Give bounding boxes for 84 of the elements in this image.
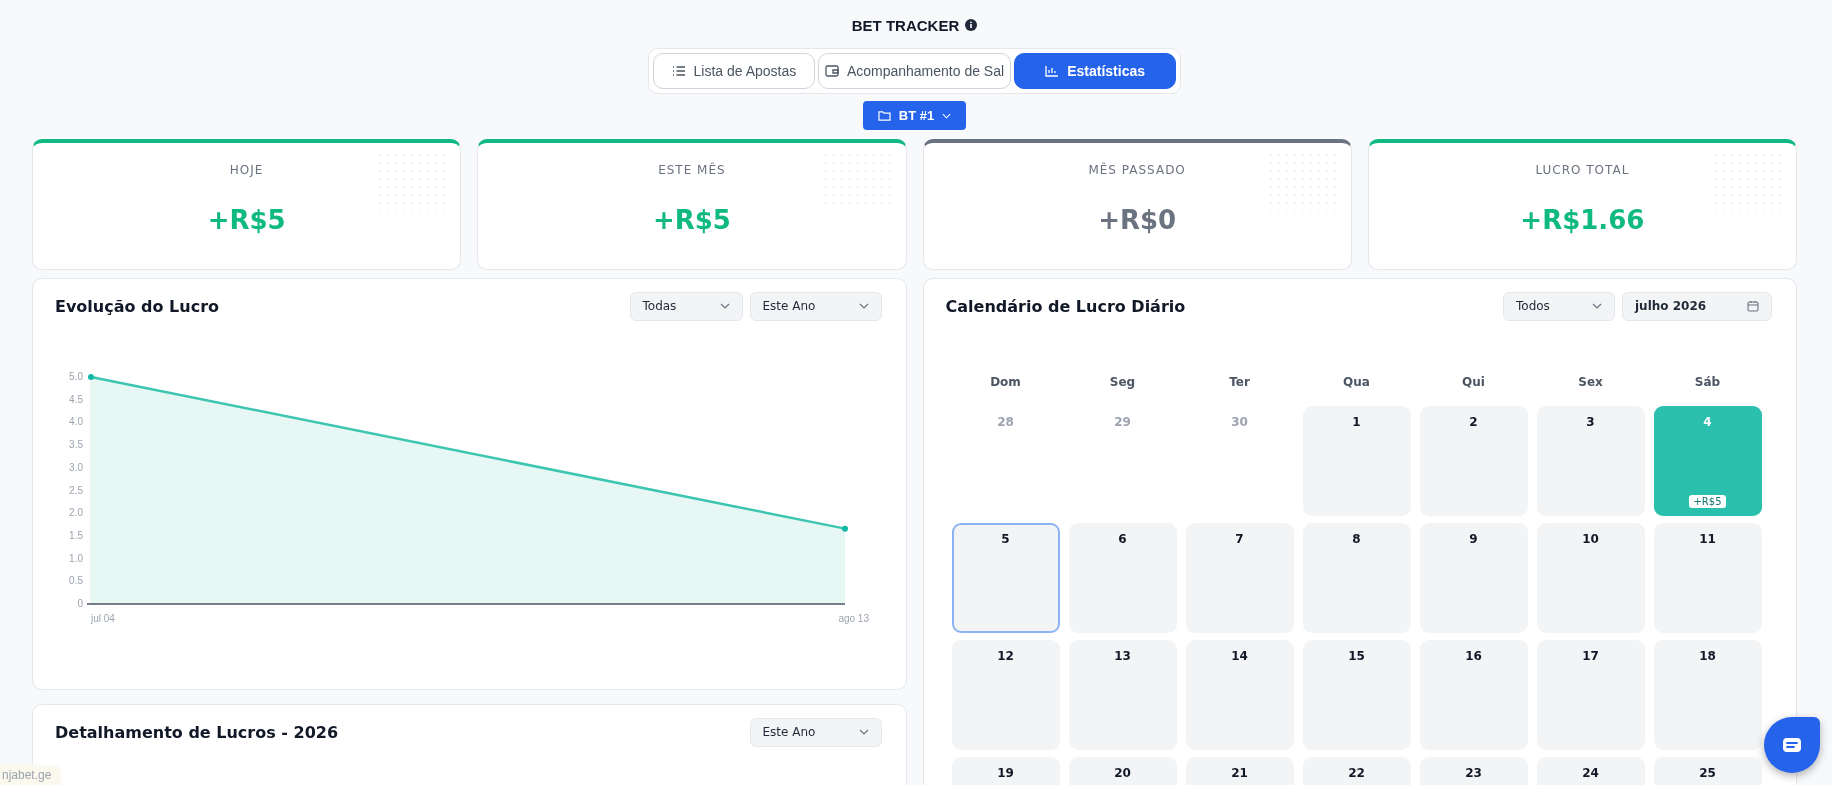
weekday-label: Sex — [1577, 375, 1604, 389]
chevron-down-icon — [719, 303, 730, 309]
panel-title: Calendário de Lucro Diário — [945, 296, 1186, 316]
y-tick-label: 2.0 — [69, 507, 84, 519]
day-cell[interactable]: 19 — [951, 757, 1060, 785]
day-cell[interactable]: 17 — [1536, 640, 1645, 750]
chevron-down-icon — [942, 112, 952, 119]
stat-label: LUCRO TOTAL — [1535, 163, 1630, 177]
day-cell[interactable]: 6 — [1068, 523, 1177, 633]
day-cell[interactable]: 9 — [1419, 523, 1528, 633]
day-cell[interactable]: 22 — [1302, 757, 1411, 785]
weekday-label: Dom — [989, 375, 1022, 389]
wallet-icon — [824, 65, 839, 77]
panel-title: Detalhamento de Lucros - 2026 — [55, 722, 339, 742]
day-cell[interactable]: 4 +R$5 — [1653, 406, 1762, 516]
link-preview: njabet.ge — [0, 765, 62, 785]
stat-value: +R$1.66 — [1520, 205, 1645, 235]
month-picker[interactable]: julho 2026 — [1622, 291, 1772, 321]
chevron-down-icon — [858, 729, 869, 735]
weekday-label: Qui — [1461, 375, 1486, 389]
day-cell[interactable]: 21 — [1185, 757, 1294, 785]
tab[interactable]: Estatísticas — [1014, 53, 1177, 89]
tab[interactable]: Acompanhamento de Sal — [817, 53, 1012, 89]
day-cell[interactable]: 11 — [1653, 523, 1762, 633]
chat-button[interactable] — [1764, 717, 1820, 773]
y-tick-label: 1.5 — [69, 529, 84, 541]
y-tick-label: 0.5 — [69, 575, 84, 587]
day-cell[interactable]: 3 — [1536, 406, 1645, 516]
app-title: BET TRACKER — [851, 16, 960, 34]
day-cell[interactable]: 14 — [1185, 640, 1294, 750]
chat-icon — [1782, 737, 1802, 753]
stat-value: +R$5 — [207, 205, 286, 235]
x-axis: jul 04 ago 13 — [86, 603, 869, 624]
stat-label: ESTE MÊS — [658, 163, 726, 177]
day-cell[interactable]: 12 — [951, 640, 1060, 750]
y-tick-label: 3.0 — [69, 461, 84, 473]
filter-dropdown[interactable]: Todos — [1503, 291, 1615, 321]
day-cell[interactable]: 18 — [1653, 640, 1762, 750]
day-cell[interactable]: 7 — [1185, 523, 1294, 633]
chevron-down-icon — [1592, 303, 1602, 309]
stat-label: HOJE — [229, 163, 264, 177]
weekday-label: Qua — [1342, 375, 1371, 389]
folder-icon — [877, 110, 891, 121]
project-dropdown[interactable]: BT #1 — [862, 101, 967, 130]
x-tick-label: ago 13 — [838, 613, 870, 624]
tab[interactable]: Lista de Apostas — [652, 53, 815, 89]
y-tick-label: 1.0 — [69, 552, 84, 564]
chevron-down-icon — [858, 303, 869, 309]
filter-dropdown[interactable]: Este Ano — [749, 717, 882, 747]
filter-dropdown[interactable]: Este Ano — [749, 291, 882, 321]
weekday-label: Seg — [1108, 375, 1137, 389]
x-tick-label: jul 04 — [90, 613, 116, 624]
bar-chart-icon — [1045, 65, 1060, 77]
day-cell[interactable]: 20 — [1068, 757, 1177, 785]
stat-label: MÊS PASSADO — [1088, 163, 1186, 177]
day-cell[interactable]: 16 — [1419, 640, 1528, 750]
data-point — [88, 374, 94, 380]
calendar-icon — [1747, 300, 1759, 312]
panel-title: Evolução do Lucro — [55, 296, 220, 316]
y-tick-label: 0 — [77, 598, 84, 609]
y-tick-label: 3.5 — [69, 439, 84, 451]
info-icon[interactable] — [965, 19, 978, 31]
day-cell[interactable]: 2 — [1419, 406, 1528, 516]
y-tick-label: 4.0 — [69, 416, 84, 428]
filter-dropdown[interactable]: Todas — [629, 291, 743, 321]
day-cell[interactable]: 15 — [1302, 640, 1411, 750]
profit-badge: +R$5 — [1689, 495, 1726, 508]
y-tick-label: 4.5 — [69, 393, 84, 405]
y-tick-label: 2.5 — [69, 484, 84, 496]
day-cell[interactable]: 23 — [1419, 757, 1528, 785]
day-cell[interactable]: 25 — [1653, 757, 1762, 785]
day-cell[interactable]: 5 — [951, 523, 1060, 633]
y-tick-label: 5.0 — [69, 371, 84, 382]
day-cell[interactable]: 10 — [1536, 523, 1645, 633]
list-icon — [671, 65, 686, 77]
day-cell[interactable]: 13 — [1068, 640, 1177, 750]
data-point — [842, 525, 848, 532]
day-cell[interactable]: 8 — [1302, 523, 1411, 633]
weekday-label: Sáb — [1693, 375, 1722, 389]
day-cell[interactable]: 24 — [1536, 757, 1645, 785]
stat-value: +R$5 — [652, 205, 731, 235]
day-cell[interactable]: 1 — [1302, 406, 1411, 516]
stat-value: +R$0 — [1098, 205, 1177, 235]
weekday-label: Ter — [1228, 375, 1251, 389]
